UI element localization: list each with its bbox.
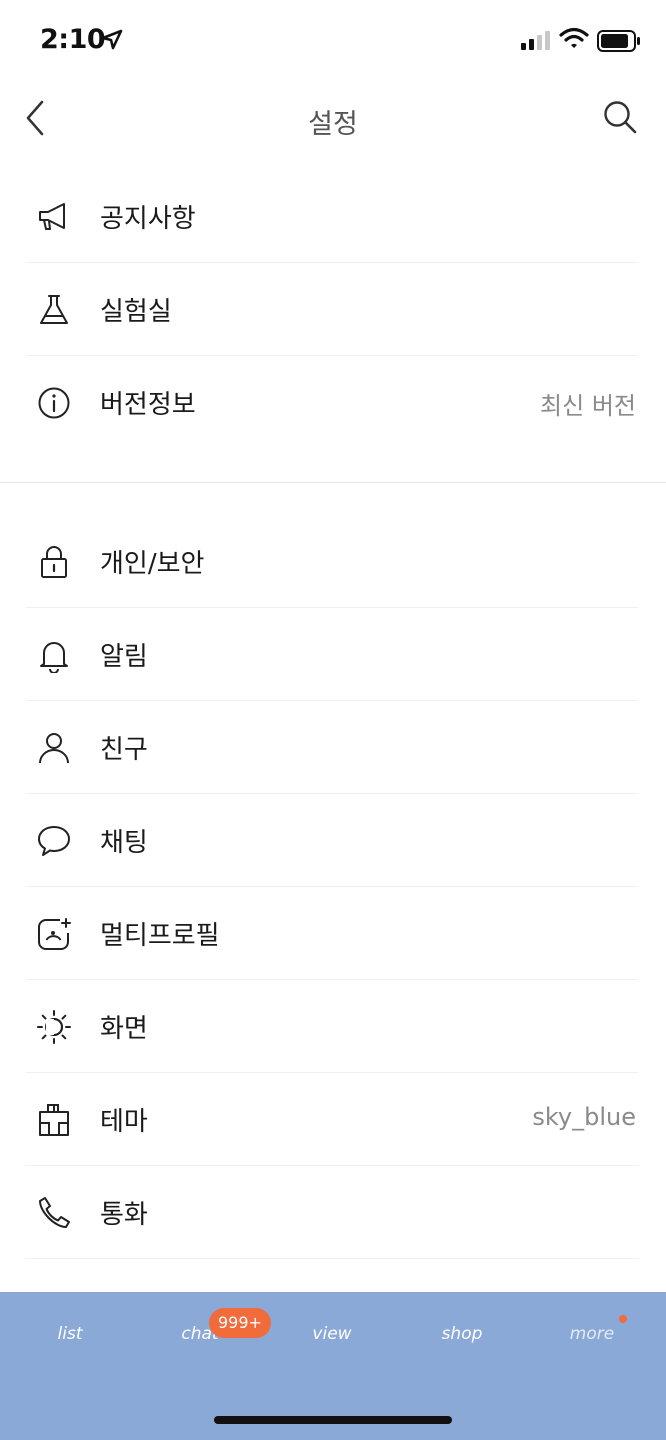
menu-item-privacy[interactable]: 개인/보안 — [0, 515, 666, 608]
menu-item-label: 알림 — [100, 642, 148, 672]
lock-icon — [41, 546, 67, 578]
menu-item-version[interactable]: 버전정보 최신 버전 — [0, 356, 666, 449]
menu-item-label: 화면 — [100, 1014, 148, 1044]
cellular-signal-icon — [521, 31, 550, 50]
tab-view[interactable]: view — [267, 1324, 397, 1344]
theme-value: sky_blue — [532, 1103, 636, 1131]
tab-bar: list chat view shop more 999+ — [0, 1292, 666, 1440]
phone-icon — [39, 1197, 70, 1228]
tab-shop[interactable]: shop — [397, 1324, 527, 1344]
menu-item-label: 버전정보 — [100, 390, 196, 420]
menu-item-notice[interactable]: 공지사항 — [0, 170, 666, 263]
status-time: 2:10 — [40, 24, 106, 55]
wifi-icon — [559, 27, 589, 48]
speech-bubble-icon — [38, 826, 70, 856]
menu-item-multiprofile[interactable]: 멀티프로필 — [0, 887, 666, 980]
menu-item-alarm[interactable]: 알림 — [0, 608, 666, 701]
menu-item-label: 통화 — [100, 1200, 148, 1230]
new-dot-indicator — [619, 1315, 627, 1323]
battery-icon — [597, 30, 640, 52]
person-icon — [39, 733, 69, 764]
version-status: 최신 버전 — [540, 392, 636, 420]
menu-item-friends[interactable]: 친구 — [0, 701, 666, 794]
settings-group-info: 공지사항 실험실 버전정보 최신 버전 — [0, 170, 666, 449]
menu-item-theme[interactable]: 테마 sky_blue — [0, 1073, 666, 1166]
location-arrow-icon — [101, 29, 123, 50]
group-divider — [0, 482, 666, 483]
page-title: 설정 — [308, 109, 358, 140]
divider — [26, 1258, 638, 1259]
menu-item-chat[interactable]: 채팅 — [0, 794, 666, 887]
tab-list[interactable]: list — [5, 1324, 135, 1344]
bell-icon — [40, 642, 68, 673]
search-icon[interactable] — [602, 99, 638, 135]
menu-item-label: 개인/보안 — [100, 549, 205, 579]
home-indicator[interactable] — [214, 1416, 452, 1424]
settings-group-general: 개인/보안 알림 친구 채팅 멀티프로필 화면 테마 sky_blue 통화 — [0, 515, 666, 1259]
header: 설정 — [0, 80, 666, 160]
menu-item-screen[interactable]: 화면 — [0, 980, 666, 1073]
tab-more[interactable]: more — [527, 1324, 657, 1344]
menu-item-label: 멀티프로필 — [100, 921, 220, 951]
unread-badge: 999+ — [209, 1308, 271, 1338]
menu-item-label: 채팅 — [100, 828, 148, 858]
menu-item-label: 테마 — [100, 1107, 148, 1137]
brightness-icon — [37, 1010, 71, 1044]
status-bar: 2:10 — [0, 0, 666, 80]
megaphone-icon — [39, 203, 65, 230]
menu-item-lab[interactable]: 실험실 — [0, 263, 666, 356]
flask-icon — [40, 295, 68, 324]
menu-item-label: 공지사항 — [100, 204, 196, 234]
info-icon — [38, 387, 70, 419]
menu-item-call[interactable]: 통화 — [0, 1166, 666, 1259]
add-profile-icon — [38, 918, 71, 950]
menu-item-label: 친구 — [100, 735, 148, 765]
paintbrush-icon — [39, 1104, 69, 1136]
menu-item-label: 실험실 — [100, 297, 172, 327]
